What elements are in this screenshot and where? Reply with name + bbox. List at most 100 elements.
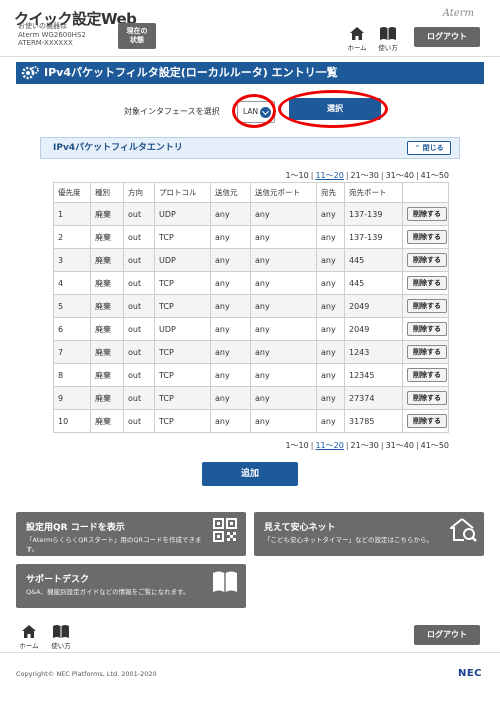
protocol-cell: UDP [154,202,211,226]
home-icon [342,26,372,42]
footer-logout-button[interactable]: ログアウト [414,625,480,645]
footer-divider [0,652,500,653]
source-cell: any [210,248,251,272]
device-info-line: お使いの機器は [18,22,67,30]
collapse-label: 閉じる [422,144,444,152]
direction-cell: out [123,225,155,249]
source-port-cell: any [250,386,317,410]
section-header: IPv4パケットフィルタエントリ ⌃ 閉じる [40,137,460,159]
action-cell: 削除する [402,225,449,249]
direction-cell: out [123,271,155,295]
source-port-cell: any [250,409,317,433]
footer-help-button[interactable]: 使い方 [46,624,76,650]
logout-button[interactable]: ログアウト [414,27,480,47]
page-title-bar: IPv4パケットフィルタ設定(ローカルルータ) エントリ一覧 [16,62,484,84]
priority-cell: 1 [53,202,91,226]
protocol-cell: TCP [154,294,211,318]
book-icon [212,569,238,595]
delete-button[interactable]: 削除する [407,345,447,359]
source-port-cell: any [250,363,317,387]
page-link[interactable]: 11～20 [315,171,343,180]
type-cell: 廃棄 [90,294,124,318]
house-search-icon [448,517,477,543]
source-port-cell: any [250,271,317,295]
protocol-cell: TCP [154,340,211,364]
action-cell: 削除する [402,248,449,272]
destination-port-cell: 445 [344,271,403,295]
col-source: 送信元 [210,182,251,203]
collapse-button[interactable]: ⌃ 閉じる [407,141,451,155]
priority-cell: 4 [53,271,91,295]
col-type: 種別 [90,182,124,203]
add-button[interactable]: 追加 [202,462,298,486]
aterm-logo: Aterm [442,8,474,19]
source-cell: any [210,202,251,226]
source-cell: any [210,271,251,295]
card-title: 設定用QR コードを表示 [26,523,125,533]
status-button-line2: 状態 [130,36,144,44]
destination-port-cell: 31785 [344,409,403,433]
delete-button[interactable]: 削除する [407,391,447,405]
table-row: 8 廃棄 out TCP any any any 12345 削除する [53,363,449,387]
current-status-button[interactable]: 現在の 状態 [118,23,156,49]
protocol-cell: TCP [154,386,211,410]
highlight-circle [278,90,388,128]
gear-icon [21,65,39,81]
section-title: IPv4パケットフィルタエントリ [53,143,183,153]
priority-cell: 9 [53,386,91,410]
delete-button[interactable]: 削除する [407,207,447,221]
col-destination-port: 宛先ポート [344,182,403,203]
type-cell: 廃棄 [90,340,124,364]
page-range: 31～40 [385,171,414,180]
help-button[interactable]: 使い方 [373,26,403,52]
destination-cell: any [316,271,345,295]
type-cell: 廃棄 [90,225,124,249]
action-cell: 削除する [402,363,449,387]
footer-home-button[interactable]: ホーム [14,624,44,650]
destination-cell: any [316,363,345,387]
destination-cell: any [316,409,345,433]
action-cell: 削除する [402,202,449,226]
type-cell: 廃棄 [90,202,124,226]
page-range: 1～10 [285,441,309,450]
source-port-cell: any [250,225,317,249]
source-port-cell: any [250,202,317,226]
destination-port-cell: 1243 [344,340,403,364]
source-port-cell: any [250,317,317,341]
delete-button[interactable]: 削除する [407,299,447,313]
delete-button[interactable]: 削除する [407,322,447,336]
source-port-cell: any [250,340,317,364]
page-link[interactable]: 11～20 [315,441,343,450]
header: クイック設定Web お使いの機器は Aterm WG2600HS2 ATERM-… [0,0,500,58]
delete-button[interactable]: 削除する [407,230,447,244]
destination-cell: any [316,225,345,249]
col-source-port: 送信元ポート [250,182,317,203]
filter-entry-table: 優先度 種別 方向 プロトコル 送信元 送信元ポート 宛先 宛先ポート 1 廃棄 o… [53,182,449,433]
safety-net-card[interactable]: 見えて安心ネット 「こども安心ネットタイマー」などの設定はこちらから。 [254,512,484,556]
page-range: 41～50 [420,171,449,180]
support-desk-card[interactable]: サポートデスク Q&A、機能別設定ガイドなどの情報をご覧になれます。 [16,564,246,608]
delete-button[interactable]: 削除する [407,368,447,382]
destination-port-cell: 445 [344,248,403,272]
home-label: ホーム [347,44,367,52]
delete-button[interactable]: 削除する [407,414,447,428]
source-cell: any [210,225,251,249]
destination-port-cell: 27374 [344,386,403,410]
qr-code-card[interactable]: 設定用QR コードを表示 「AtermらくらくQRスタート」用のQRコードを作成… [16,512,246,556]
table-header-row: 優先度 種別 方向 プロトコル 送信元 送信元ポート 宛先 宛先ポート [53,182,449,203]
protocol-cell: TCP [154,363,211,387]
card-title: サポートデスク [26,575,90,585]
type-cell: 廃棄 [90,271,124,295]
home-icon [14,624,44,640]
source-cell: any [210,317,251,341]
destination-port-cell: 2049 [344,294,403,318]
interface-label: 対象インタフェースを選択 [124,107,220,116]
col-priority: 優先度 [53,182,91,203]
destination-cell: any [316,294,345,318]
status-button-line1: 現在の [126,27,148,35]
page-range: 1～10 [285,171,309,180]
source-cell: any [210,294,251,318]
delete-button[interactable]: 削除する [407,253,447,267]
home-button[interactable]: ホーム [342,26,372,52]
delete-button[interactable]: 削除する [407,276,447,290]
